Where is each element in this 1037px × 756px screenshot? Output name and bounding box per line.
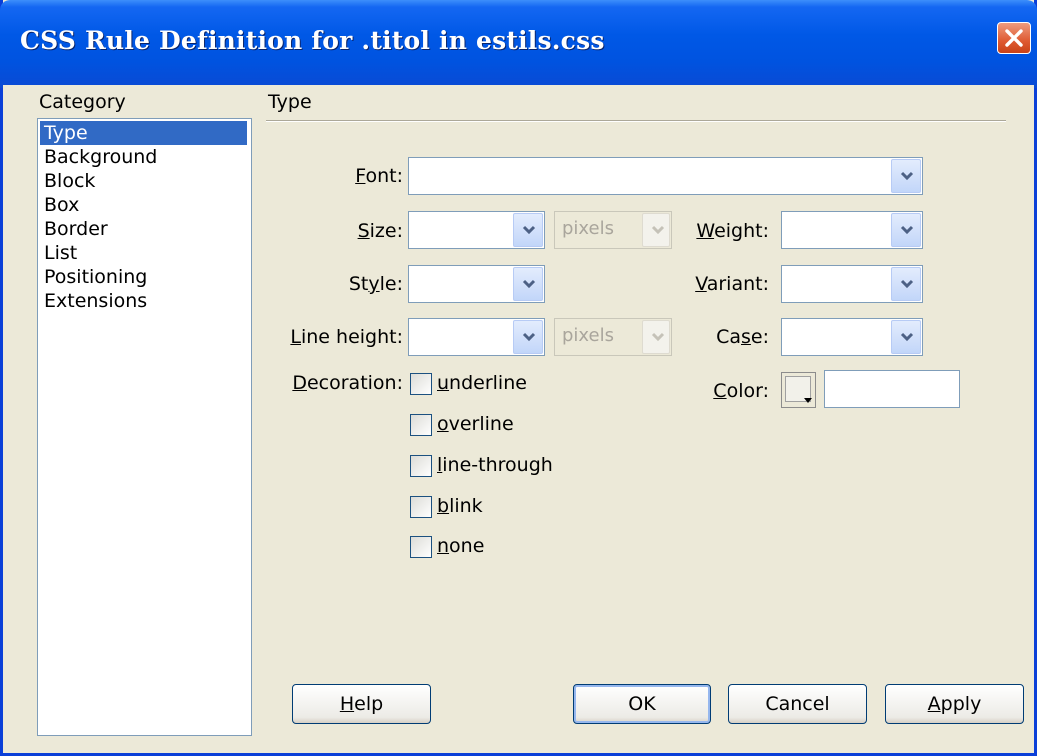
category-heading: Category xyxy=(39,91,126,113)
chevron-down-icon xyxy=(522,225,536,235)
color-picker-button[interactable] xyxy=(781,372,816,408)
category-item-positioning[interactable]: Positioning xyxy=(42,265,149,289)
overline-label[interactable]: overline xyxy=(437,413,514,435)
style-dropdown-button[interactable] xyxy=(513,267,543,301)
variant-dropdown-button[interactable] xyxy=(891,267,921,301)
ok-button[interactable]: OK xyxy=(573,684,711,724)
section-divider xyxy=(266,120,1006,122)
underline-label[interactable]: underline xyxy=(437,372,527,394)
line-height-unit-value: pixels xyxy=(562,325,614,346)
style-select[interactable] xyxy=(408,265,545,303)
chevron-down-icon xyxy=(900,279,914,289)
category-list[interactable]: Type Background Block Box Border List Po… xyxy=(37,118,252,736)
help-button[interactable]: Help xyxy=(292,684,431,724)
category-item-list[interactable]: List xyxy=(42,241,79,265)
overline-checkbox[interactable] xyxy=(410,414,432,436)
size-dropdown-button[interactable] xyxy=(513,213,543,247)
chevron-down-icon xyxy=(651,332,665,342)
font-dropdown-button[interactable] xyxy=(891,159,921,193)
style-label: Style: xyxy=(348,273,403,295)
category-item-extensions[interactable]: Extensions xyxy=(42,289,149,313)
chevron-down-icon xyxy=(900,332,914,342)
dialog-body: Category Type Background Block Box Borde… xyxy=(3,85,1034,753)
category-item-block[interactable]: Block xyxy=(42,169,97,193)
none-label[interactable]: none xyxy=(437,535,484,557)
color-label: Color: xyxy=(713,380,769,402)
cancel-button[interactable]: Cancel xyxy=(728,684,867,724)
section-title: Type xyxy=(268,91,312,113)
size-unit-dropdown-button xyxy=(642,213,670,247)
variant-label: Variant: xyxy=(695,273,769,295)
line-height-select[interactable] xyxy=(408,318,545,356)
line-height-label: Line height: xyxy=(290,326,403,348)
chevron-down-icon xyxy=(804,398,812,403)
chevron-down-icon xyxy=(900,225,914,235)
chevron-down-icon xyxy=(900,171,914,181)
size-unit-value: pixels xyxy=(562,218,614,239)
line-through-label[interactable]: line-through xyxy=(437,454,553,476)
font-select[interactable] xyxy=(408,157,923,195)
window-title: CSS Rule Definition for .titol in estils… xyxy=(20,26,605,55)
apply-button[interactable]: Apply xyxy=(885,684,1024,724)
css-rule-dialog: CSS Rule Definition for .titol in estils… xyxy=(0,0,1037,756)
size-unit-select: pixels xyxy=(554,211,672,249)
weight-dropdown-button[interactable] xyxy=(891,213,921,247)
weight-select[interactable] xyxy=(781,211,923,249)
category-item-box[interactable]: Box xyxy=(42,193,81,217)
color-input[interactable] xyxy=(824,370,960,408)
blink-checkbox[interactable] xyxy=(410,496,432,518)
none-checkbox[interactable] xyxy=(410,536,432,558)
decoration-label: Decoration: xyxy=(292,372,403,394)
close-icon xyxy=(1005,29,1023,47)
line-through-checkbox[interactable] xyxy=(410,455,432,477)
blink-label[interactable]: blink xyxy=(437,495,483,517)
close-button[interactable] xyxy=(997,22,1031,54)
chevron-down-icon xyxy=(651,225,665,235)
case-dropdown-button[interactable] xyxy=(891,320,921,354)
chevron-down-icon xyxy=(522,279,536,289)
category-item-type[interactable]: Type xyxy=(40,121,247,145)
line-height-dropdown-button[interactable] xyxy=(513,320,543,354)
variant-select[interactable] xyxy=(781,265,923,303)
size-label: Size: xyxy=(357,220,403,242)
weight-label: Weight: xyxy=(696,220,769,242)
line-height-unit-dropdown-button xyxy=(642,320,670,354)
case-label: Case: xyxy=(716,326,769,348)
category-item-border[interactable]: Border xyxy=(42,217,110,241)
case-select[interactable] xyxy=(781,318,923,356)
font-label: Font: xyxy=(355,165,403,187)
chevron-down-icon xyxy=(522,332,536,342)
underline-checkbox[interactable] xyxy=(410,373,432,395)
category-item-background[interactable]: Background xyxy=(42,145,159,169)
size-select[interactable] xyxy=(408,211,545,249)
title-bar[interactable]: CSS Rule Definition for .titol in estils… xyxy=(0,0,1037,88)
line-height-unit-select: pixels xyxy=(554,318,672,356)
